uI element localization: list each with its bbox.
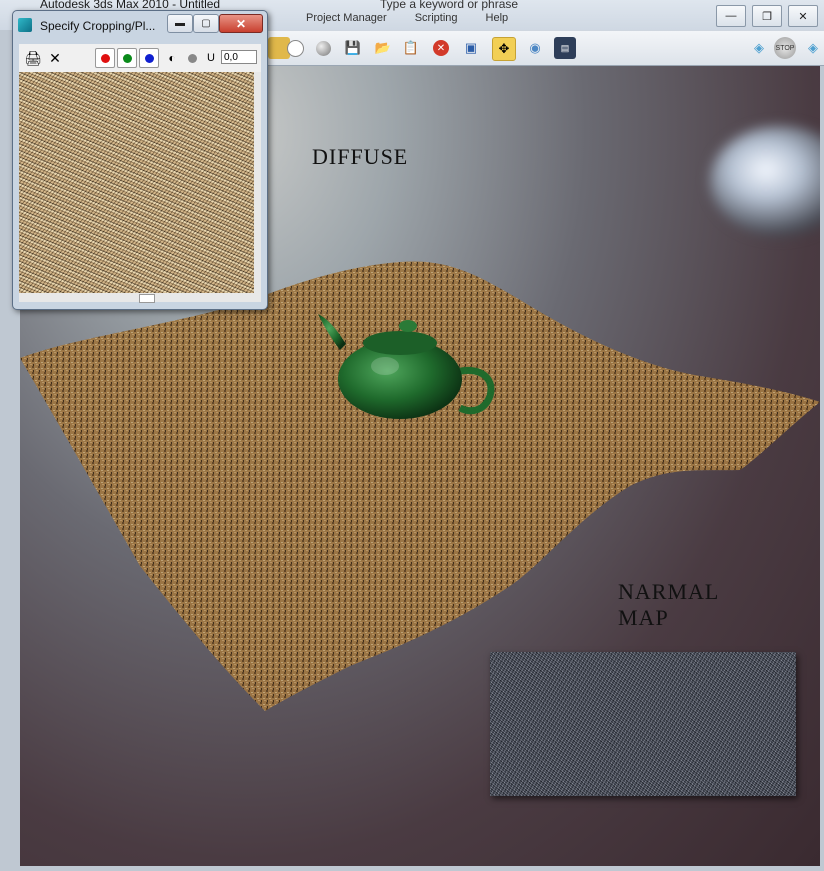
menu-project-manager[interactable]: Project Manager <box>306 12 387 30</box>
u-label: U <box>207 52 215 64</box>
mono-icon[interactable]: ◐ <box>163 48 181 68</box>
dialog-titlebar[interactable]: Specify Cropping/Pl... ▬ ▢ ✕ <box>13 11 267 39</box>
dialog-toolbar: 🖨 ✕ ◐ U 0,0 <box>19 44 261 72</box>
texture-preview[interactable] <box>19 72 254 293</box>
move-icon[interactable]: ✥ <box>492 37 516 61</box>
dialog-maximize-button[interactable]: ▢ <box>193 14 219 33</box>
normal-map-label: NARMAL MAP <box>618 579 719 631</box>
save-icon[interactable]: 💾 <box>342 37 364 59</box>
dialog-title: Specify Cropping/Pl... <box>40 19 156 33</box>
scroll-thumb[interactable] <box>139 294 155 303</box>
menubar: Project Manager Scripting Help <box>262 12 722 30</box>
horizontal-scrollbar[interactable] <box>19 293 261 303</box>
blue-channel-icon[interactable] <box>139 48 159 68</box>
red-channel-icon[interactable] <box>95 48 115 68</box>
alpha-icon[interactable] <box>183 48 201 68</box>
dialog-close-button[interactable]: ✕ <box>219 14 263 33</box>
normal-map-label-line2: MAP <box>618 605 669 630</box>
window-icon[interactable]: ▣ <box>460 37 482 59</box>
green-channel-icon[interactable] <box>117 48 137 68</box>
search-hint[interactable]: Type a keyword or phrase <box>380 0 518 11</box>
main-toolbar: 💾 📂 📋 ✕ ▣ ✥ ◉ ▤ ◈ STOP ◈ <box>262 31 824 66</box>
window-buttons: — ❐ ✕ <box>716 5 818 27</box>
bottom-border <box>20 866 824 871</box>
close-button[interactable]: ✕ <box>788 5 818 27</box>
film-icon[interactable]: ▤ <box>554 37 576 59</box>
u-value-field[interactable]: 0,0 <box>221 50 257 64</box>
print-icon[interactable]: 🖨 <box>23 48 43 68</box>
dialog-minimize-button[interactable]: ▬ <box>167 14 193 33</box>
menu-help[interactable]: Help <box>486 12 509 30</box>
menu-scripting[interactable]: Scripting <box>415 12 458 30</box>
close-x-icon[interactable]: ✕ <box>45 48 65 68</box>
normal-map-texture <box>490 652 796 796</box>
normal-map-label-line1: NARMAL <box>618 579 720 604</box>
app-logo-icon <box>18 18 32 32</box>
teapot-render-icon[interactable]: ◉ <box>524 37 546 59</box>
white-sphere-icon[interactable] <box>284 37 306 59</box>
render-frame-icon[interactable]: ◈ <box>802 37 824 59</box>
vertical-scrollbar[interactable] <box>254 72 261 293</box>
stop-icon[interactable]: STOP <box>774 37 796 59</box>
delete-icon[interactable]: ✕ <box>430 37 452 59</box>
diffuse-label: DIFFUSE <box>312 144 409 169</box>
render-teapot-icon[interactable]: ◈ <box>748 37 770 59</box>
right-border <box>820 66 824 871</box>
minimize-button[interactable]: — <box>716 5 746 27</box>
maximize-button[interactable]: ❐ <box>752 5 782 27</box>
gray-sphere-icon[interactable] <box>312 37 334 59</box>
clipboard-icon[interactable]: 📋 <box>400 37 422 59</box>
cropping-placement-dialog: Specify Cropping/Pl... ▬ ▢ ✕ 🖨 ✕ ◐ U 0,0 <box>12 10 268 310</box>
open-folder-icon[interactable]: 📂 <box>372 37 394 59</box>
